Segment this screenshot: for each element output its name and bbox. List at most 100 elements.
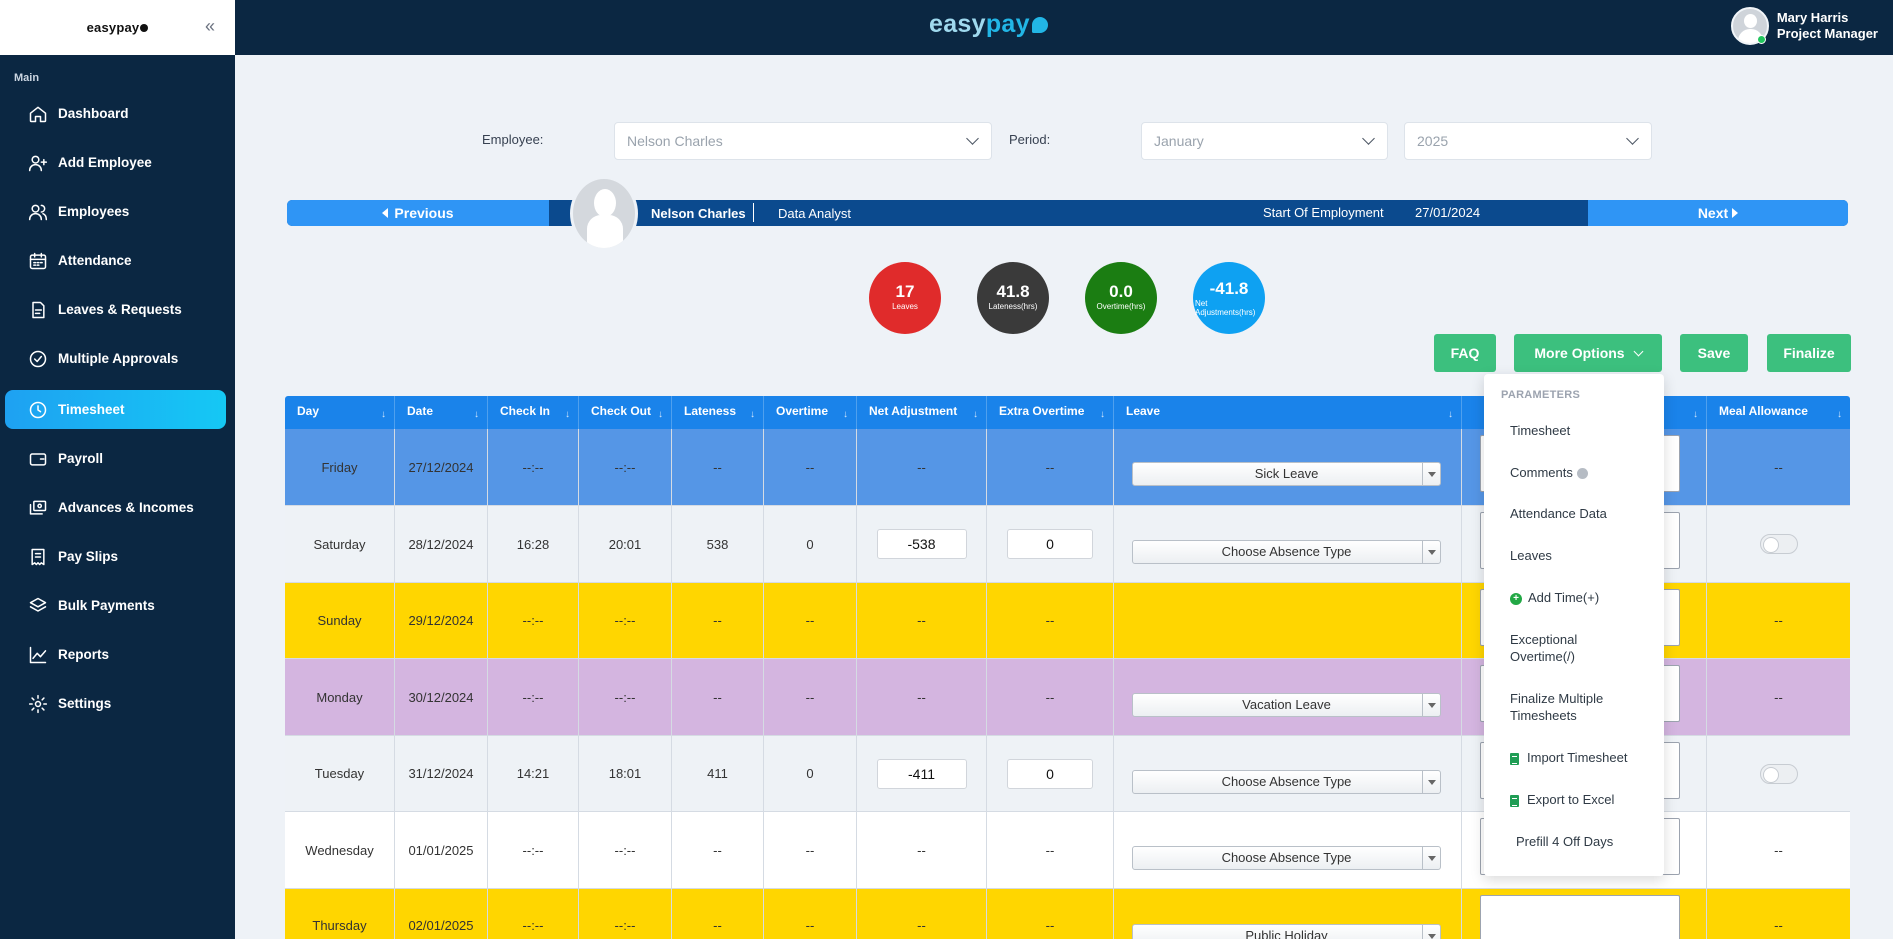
leave-type-select[interactable]: Public Holiday <box>1132 924 1441 939</box>
leave-type-select[interactable]: Vacation Leave <box>1132 693 1441 717</box>
sidebar-item-label: Settings <box>58 696 112 711</box>
comment-textarea[interactable] <box>1480 895 1680 939</box>
sidebar-section-main: Main <box>14 72 40 84</box>
year-select[interactable]: 2025 <box>1404 122 1652 160</box>
sidebar-item-label: Add Employee <box>58 155 152 170</box>
sidebar-item-leaves-requests[interactable]: Leaves & Requests <box>5 290 226 329</box>
menu-item-comments[interactable]: Comments <box>1510 464 1588 481</box>
column-header[interactable]: Check In ↓ <box>488 396 579 429</box>
check-circle-icon <box>29 350 47 367</box>
column-header[interactable]: Lateness ↓ <box>672 396 764 429</box>
sidebar-logo: easypay <box>86 20 140 35</box>
sidebar-item-add-employee[interactable]: Add Employee <box>5 143 226 182</box>
faq-button[interactable]: FAQ <box>1434 334 1496 372</box>
sidebar-item-pay-slips[interactable]: Pay Slips <box>5 537 226 576</box>
sidebar-item-payroll[interactable]: Payroll <box>5 439 226 478</box>
previous-button[interactable]: Previous <box>287 200 549 226</box>
sidebar-item-label: Timesheet <box>58 402 125 417</box>
menu-item-timesheet[interactable]: Timesheet <box>1510 422 1570 439</box>
employee-bar: Previous Nelson Charles Data Analyst Sta… <box>287 200 1848 226</box>
chevron-down-icon <box>966 132 979 145</box>
column-header[interactable]: Meal Allowance ↓ <box>1707 396 1850 429</box>
sidebar-item-advances-incomes[interactable]: Advances & Incomes <box>5 488 226 527</box>
sidebar-item-settings[interactable]: Settings <box>5 684 226 723</box>
employee-select[interactable]: Nelson Charles <box>614 122 992 160</box>
sidebar-item-multiple-approvals[interactable]: Multiple Approvals <box>5 339 226 378</box>
stat-net-adjustments: -41.8 Net Adjustments(hrs) <box>1193 262 1265 334</box>
leave-type-select[interactable]: Choose Absence Type <box>1132 770 1441 794</box>
menu-item-exceptional-overtime[interactable]: Exceptional Overtime(/) <box>1510 631 1620 665</box>
net-adjustment-input[interactable]: -538 <box>876 529 967 559</box>
column-header[interactable]: Net Adjustment ↓ <box>857 396 987 429</box>
user-role: Project Manager <box>1776 26 1878 41</box>
extra-overtime-input[interactable]: 0 <box>1007 758 1093 789</box>
meal-allowance-toggle[interactable] <box>1759 534 1798 554</box>
net-adjustment-input[interactable]: -411 <box>876 758 967 789</box>
home-icon <box>29 106 47 122</box>
menu-item-export-to-excel[interactable]: Export to Excel <box>1510 791 1614 808</box>
column-header[interactable]: Date ↓ <box>395 396 488 429</box>
cards-icon <box>29 500 47 515</box>
sort-icon: ↓ <box>1693 409 1698 420</box>
excel-icon <box>1510 752 1519 765</box>
user-menu[interactable]: Mary Harris Project Manager <box>1730 7 1878 45</box>
header-logo[interactable]: easypay <box>929 10 1048 39</box>
payslip-icon <box>31 548 45 565</box>
sort-icon: ↓ <box>565 409 570 420</box>
stat-leaves: 17 Leaves <box>869 262 941 334</box>
sidebar-item-label: Multiple Approvals <box>58 351 179 366</box>
sidebar-item-label: Attendance <box>58 253 132 268</box>
column-header[interactable]: Day ↓ <box>285 396 395 429</box>
sort-icon: ↓ <box>1448 409 1453 420</box>
menu-item-leaves[interactable]: Leaves <box>1510 547 1552 564</box>
sidebar-item-label: Employees <box>58 204 130 219</box>
user-plus-icon <box>28 155 48 171</box>
save-button[interactable]: Save <box>1680 334 1748 372</box>
menu-item-attendance-data[interactable]: Attendance Data <box>1510 505 1607 522</box>
column-header[interactable]: Check Out ↓ <box>579 396 672 429</box>
collapse-sidebar-icon[interactable]: « <box>205 16 215 37</box>
leave-type-select[interactable]: Sick Leave <box>1132 462 1441 486</box>
logo-mark-icon <box>140 23 149 32</box>
column-header[interactable]: Leave ↓ <box>1114 396 1462 429</box>
sort-icon: ↓ <box>381 409 386 420</box>
menu-item-add-time[interactable]: + Add Time(+) <box>1510 589 1599 606</box>
sidebar-item-label: Advances & Incomes <box>58 500 194 515</box>
leave-type-select[interactable]: Choose Absence Type <box>1132 846 1441 870</box>
period-label: Period: <box>1009 132 1051 147</box>
info-icon <box>1576 468 1588 480</box>
chevron-down-icon <box>1362 132 1375 145</box>
more-options-button[interactable]: More Options <box>1514 334 1662 372</box>
column-header[interactable]: Overtime ↓ <box>764 396 857 429</box>
employee-name: Nelson Charles <box>651 206 746 221</box>
stat-overtime: 0.0 Overtime(hrs) <box>1085 262 1157 334</box>
excel-icon <box>1510 794 1519 807</box>
menu-item-finalize-multiple-timesheets[interactable]: Finalize Multiple Timesheets <box>1510 690 1620 724</box>
next-button[interactable]: Next <box>1588 200 1848 226</box>
menu-item-import-timesheet[interactable]: Import Timesheet <box>1510 749 1627 766</box>
sort-icon: ↓ <box>1100 409 1105 420</box>
sidebar-item-attendance[interactable]: Attendance <box>5 241 226 280</box>
sidebar-item-label: Pay Slips <box>58 549 119 564</box>
dropdown-arrow-icon <box>1422 541 1440 563</box>
sidebar-item-dashboard[interactable]: Dashboard <box>5 94 226 133</box>
column-header[interactable]: Extra Overtime ↓ <box>987 396 1114 429</box>
menu-item-prefill-off-days[interactable]: Prefill 4 Off Days <box>1516 833 1613 850</box>
dropdown-arrow-icon <box>1422 771 1440 793</box>
sidebar-item-bulk-payments[interactable]: Bulk Payments <box>5 586 226 625</box>
finalize-button[interactable]: Finalize <box>1767 334 1851 372</box>
meal-allowance-toggle[interactable] <box>1759 763 1798 784</box>
sidebar-item-employees[interactable]: Employees <box>5 192 226 231</box>
extra-overtime-input[interactable]: 0 <box>1007 529 1093 559</box>
sidebar-item-reports[interactable]: Reports <box>5 635 226 674</box>
leave-type-select[interactable]: Choose Absence Type <box>1132 540 1441 564</box>
employee-label: Employee: <box>482 132 544 147</box>
layers-icon <box>29 597 47 612</box>
sidebar-item-timesheet[interactable]: Timesheet <box>5 390 226 429</box>
stat-lateness: 41.8 Lateness(hrs) <box>977 262 1049 334</box>
chevron-down-icon <box>1626 132 1639 145</box>
month-select[interactable]: January <box>1141 122 1388 160</box>
wallet-icon <box>29 452 47 466</box>
user-name: Mary Harris <box>1776 10 1849 25</box>
top-bar: easypay Mary Harris Project Manager <box>235 0 1893 55</box>
